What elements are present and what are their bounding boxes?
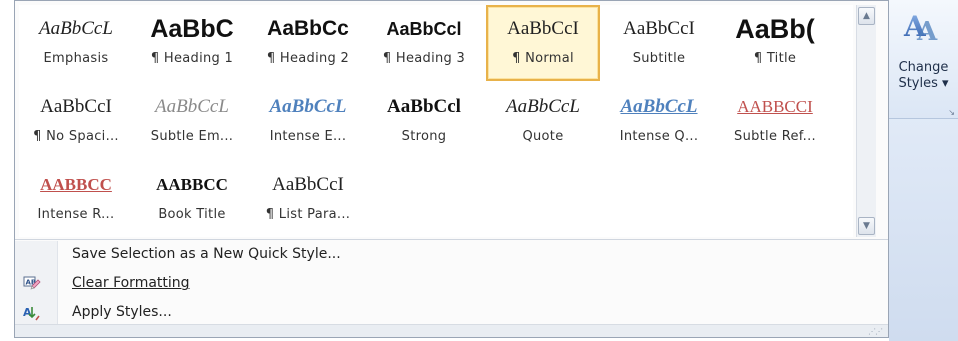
style-label: Book Title xyxy=(158,207,226,222)
style-intense-reference[interactable]: AABBCC Intense R... xyxy=(19,161,133,237)
quick-styles-dropdown: AaBbCcL Emphasis AaBbC ¶ Heading 1 AaBbC… xyxy=(14,0,889,338)
style-sample: AaBb( xyxy=(735,14,815,44)
style-sample: AaBbCcl xyxy=(387,96,461,117)
style-sample: AaBbCcL xyxy=(39,18,113,39)
style-label: Quote xyxy=(522,129,564,144)
style-label: Intense Q... xyxy=(619,129,699,144)
style-heading-2[interactable]: AaBbCc ¶ Heading 2 xyxy=(251,5,365,81)
dropdown-footer: ⋰⋰ xyxy=(15,324,888,337)
style-subtle-reference[interactable]: AABBCCI Subtle Ref... xyxy=(718,83,832,159)
style-label: ¶ List Para... xyxy=(265,207,351,222)
style-sample: AABBCCI xyxy=(737,97,813,116)
style-intense-emphasis[interactable]: AaBbCcL Intense E... xyxy=(251,83,365,159)
clear-formatting-item[interactable]: AB Clear Formatting xyxy=(15,270,875,298)
style-sample: AaBbCcL xyxy=(155,96,229,117)
style-sample: AaBbCcI xyxy=(507,18,579,39)
menu-divider xyxy=(15,239,888,240)
style-sample: AABBCC xyxy=(156,175,228,194)
style-book-title[interactable]: AABBCC Book Title xyxy=(135,161,249,237)
style-label: ¶ Heading 3 xyxy=(382,51,466,66)
svg-text:A: A xyxy=(23,306,32,319)
style-intense-quote[interactable]: AaBbCcL Intense Q... xyxy=(602,83,716,159)
style-sample: AaBbCcL xyxy=(620,96,698,117)
style-quote[interactable]: AaBbCcL Quote xyxy=(486,83,600,159)
scroll-up-button[interactable]: ▲ xyxy=(858,7,875,25)
style-no-spacing[interactable]: AaBbCcI ¶ No Spaci... xyxy=(19,83,133,159)
style-subtle-emphasis[interactable]: AaBbCcL Subtle Em... xyxy=(135,83,249,159)
resize-grip-icon[interactable]: ⋰⋰ xyxy=(868,327,883,336)
style-label: ¶ Normal xyxy=(512,51,574,66)
style-label: Intense R... xyxy=(37,207,115,222)
style-label: Strong xyxy=(401,129,447,144)
style-sample: AaBbCcL xyxy=(269,96,347,117)
style-label: Subtle Ref... xyxy=(734,129,816,144)
style-sample: AaBbCcI xyxy=(40,96,112,117)
style-sample: AaBbCcI xyxy=(623,18,695,39)
style-label: Intense E... xyxy=(269,129,347,144)
style-sample: AABBCC xyxy=(40,175,112,194)
style-title[interactable]: AaBb( ¶ Title xyxy=(718,5,832,81)
chevron-up-icon: ▲ xyxy=(863,11,870,21)
style-label: Subtitle xyxy=(632,51,686,66)
change-styles-label-line1: Change xyxy=(898,60,949,75)
style-sample: AaBbCcI xyxy=(272,174,344,195)
chevron-down-icon: ▼ xyxy=(863,221,870,231)
apply-styles-item[interactable]: A Apply Styles... xyxy=(15,299,875,327)
clear-formatting-icon: AB xyxy=(23,275,41,293)
save-quick-style-item[interactable]: Save Selection as a New Quick Style... xyxy=(15,241,875,269)
svg-text:A: A xyxy=(916,17,938,46)
change-styles-button[interactable]: A A Change Styles ▾ ↘ xyxy=(889,0,958,119)
dialog-launcher-icon[interactable]: ↘ xyxy=(948,108,955,117)
style-label: ¶ Heading 1 xyxy=(150,51,234,66)
style-sample: AaBbCcL xyxy=(506,96,580,117)
style-normal[interactable]: AaBbCcI ¶ Normal xyxy=(486,5,600,81)
style-list-paragraph[interactable]: AaBbCcI ¶ List Para... xyxy=(251,161,365,237)
styles-gallery: AaBbCcL Emphasis AaBbC ¶ Heading 1 AaBbC… xyxy=(19,5,853,237)
style-label: ¶ Heading 2 xyxy=(266,51,350,66)
style-strong[interactable]: AaBbCcl Strong xyxy=(367,83,481,159)
style-label: ¶ Title xyxy=(753,51,797,66)
style-sample: AaBbCc xyxy=(267,17,349,40)
style-emphasis[interactable]: AaBbCcL Emphasis xyxy=(19,5,133,81)
change-styles-label-line2: Styles ▾ xyxy=(898,76,949,91)
apply-styles-label: Apply Styles... xyxy=(72,304,172,320)
save-quick-style-label: Save Selection as a New Quick Style... xyxy=(72,246,341,262)
style-sample: AaBbCcl xyxy=(386,19,462,39)
style-heading-3[interactable]: AaBbCcl ¶ Heading 3 xyxy=(367,5,481,81)
clear-formatting-text: Clear Formatting xyxy=(72,275,190,291)
style-sample: AaBbC xyxy=(150,15,234,43)
clear-formatting-label: Clear Formatting xyxy=(72,275,190,291)
style-heading-1[interactable]: AaBbC ¶ Heading 1 xyxy=(135,5,249,81)
ribbon-background: A A Change Styles ▾ ↘ xyxy=(889,0,958,341)
style-label: Emphasis xyxy=(43,51,109,66)
style-label: Subtle Em... xyxy=(150,129,234,144)
document-edge xyxy=(0,0,14,341)
style-label: ¶ No Spaci... xyxy=(33,129,119,144)
style-subtitle[interactable]: AaBbCcI Subtitle xyxy=(602,5,716,81)
apply-styles-icon: A xyxy=(23,304,41,322)
scroll-down-button[interactable]: ▼ xyxy=(858,217,875,235)
change-styles-icon: A A xyxy=(903,6,943,47)
gallery-scrollbar[interactable]: ▲ ▼ xyxy=(856,5,876,237)
